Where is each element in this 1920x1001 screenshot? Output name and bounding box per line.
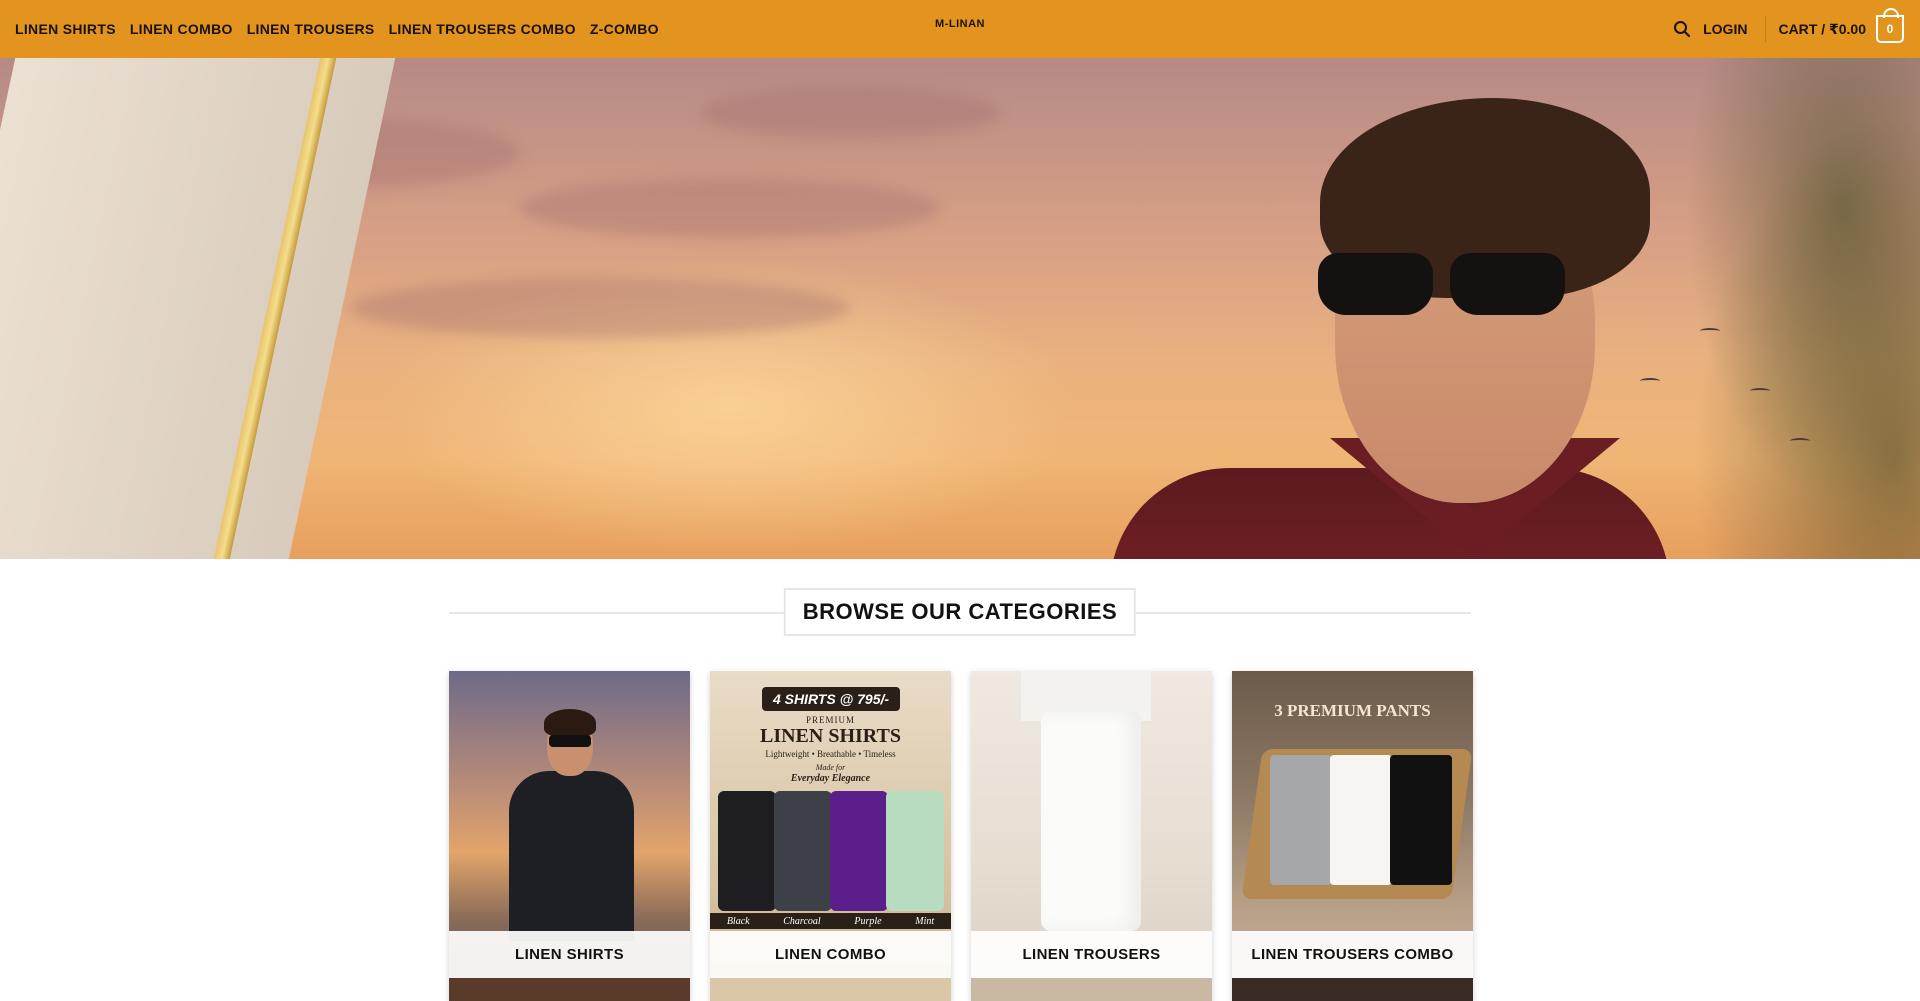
promo-title: LINEN SHIRTS — [759, 725, 901, 747]
category-card-linen-combo[interactable]: 4 SHIRTS @ 795/- PREMIUM LINEN SHIRTS Li… — [710, 671, 951, 1001]
bird — [1790, 438, 1810, 444]
white-trousers — [1041, 711, 1141, 931]
color-name: Purple — [854, 915, 882, 927]
next-row-image — [449, 978, 690, 1001]
bird — [1750, 388, 1770, 394]
category-label[interactable]: LINEN SHIRTS — [449, 931, 690, 978]
boat-sail — [0, 58, 400, 559]
category-label[interactable]: LINEN COMBO — [710, 931, 951, 978]
category-label[interactable]: LINEN TROUSERS — [971, 931, 1212, 978]
model-body — [509, 771, 634, 941]
model-hair — [544, 709, 596, 737]
hero-banner[interactable] — [0, 58, 1920, 559]
main-nav: LINEN SHIRTS LINEN COMBO LINEN TROUSERS … — [15, 21, 673, 37]
bird — [1700, 328, 1720, 334]
pant-black — [1390, 755, 1452, 885]
promo-made-for: Made for — [815, 763, 846, 772]
promo-tagline: Lightweight • Breathable • Timeless — [765, 749, 896, 759]
promo-premium: PREMIUM — [805, 715, 855, 725]
categories-heading-wrap: BROWSE OUR CATEGORIES — [449, 588, 1471, 638]
pant-grey — [1270, 755, 1332, 885]
cloud — [350, 278, 850, 338]
site-header: LINEN SHIRTS LINEN COMBO LINEN TROUSERS … — [0, 0, 1920, 58]
nav-item-linen-combo[interactable]: LINEN COMBO — [130, 21, 233, 37]
category-image — [971, 671, 1212, 931]
cart-icon[interactable]: 0 — [1876, 8, 1904, 43]
search-icon[interactable] — [1673, 20, 1691, 38]
promo-elegance: Everyday Elegance — [790, 773, 871, 784]
promo-title: 3 PREMIUM PANTS — [1274, 701, 1431, 720]
nav-item-z-combo[interactable]: Z-COMBO — [590, 21, 659, 37]
login-link[interactable]: LOGIN — [1703, 21, 1747, 37]
category-image: 4 SHIRTS @ 795/- PREMIUM LINEN SHIRTS Li… — [710, 671, 951, 931]
pant-white — [1330, 755, 1392, 885]
color-name: Charcoal — [783, 915, 821, 927]
nav-item-linen-shirts[interactable]: LINEN SHIRTS — [15, 21, 116, 37]
next-row-image — [710, 978, 951, 1001]
category-grid: LINEN SHIRTS 4 SHIRTS @ 795/- PREMIUM LI… — [449, 671, 1473, 1001]
category-image: 3 PREMIUM PANTS — [1232, 671, 1473, 931]
next-row-image — [1232, 978, 1473, 1001]
shirt-mint — [886, 791, 944, 911]
nav-item-linen-trousers-combo[interactable]: LINEN TROUSERS COMBO — [389, 21, 576, 37]
header-actions: LOGIN CART / ₹0.00 0 — [1673, 0, 1904, 58]
palm-trees — [1660, 58, 1920, 559]
header-divider — [1765, 16, 1767, 42]
color-name: Mint — [915, 915, 935, 927]
cart-count: 0 — [1886, 22, 1894, 36]
sunglasses — [549, 735, 591, 747]
cloud — [700, 88, 1000, 138]
nav-item-linen-trousers[interactable]: LINEN TROUSERS — [247, 21, 375, 37]
site-logo[interactable]: M-LINAN — [935, 18, 985, 30]
shirt-charcoal — [774, 791, 832, 911]
cloud — [520, 178, 940, 238]
category-card-linen-trousers[interactable]: LINEN TROUSERS — [971, 671, 1212, 1001]
sunglasses-right — [1450, 253, 1565, 315]
cart-link[interactable]: CART / ₹0.00 — [1778, 21, 1866, 38]
category-card-linen-shirts[interactable]: LINEN SHIRTS — [449, 671, 690, 1001]
next-row-image — [971, 978, 1212, 1001]
category-image — [449, 671, 690, 941]
color-name: Black — [726, 915, 750, 927]
promo-banner: 4 SHIRTS @ 795/- — [762, 687, 900, 711]
section-title: BROWSE OUR CATEGORIES — [783, 588, 1137, 636]
shirt-black — [718, 791, 776, 911]
color-names: Black Charcoal Purple Mint — [710, 913, 951, 929]
shirt-purple — [830, 791, 888, 911]
category-label[interactable]: LINEN TROUSERS COMBO — [1232, 931, 1473, 978]
bird — [1640, 378, 1660, 384]
sunglasses-left — [1318, 253, 1433, 315]
category-card-linen-trousers-combo[interactable]: 3 PREMIUM PANTS LINEN TROUSERS COMBO — [1232, 671, 1473, 1001]
